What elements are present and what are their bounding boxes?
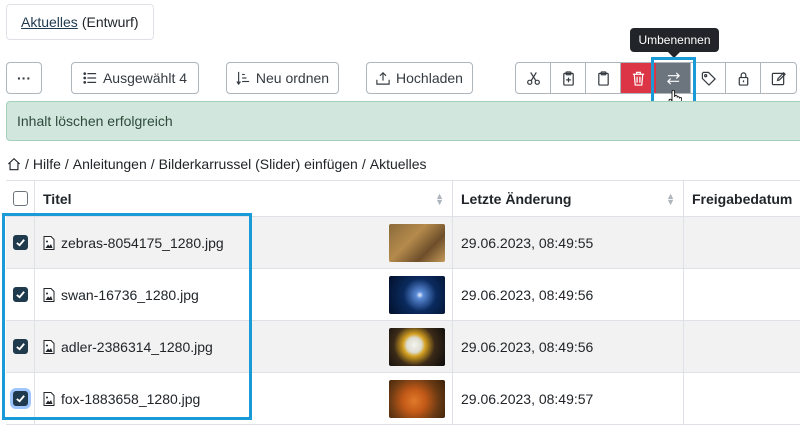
breadcrumb-item-aktuelles[interactable]: Aktuelles — [370, 156, 427, 172]
tag-icon — [701, 71, 716, 86]
image-thumbnail[interactable] — [389, 379, 445, 418]
table-header: Titel ▲ ▼ Letzte Änderung ▲ ▼ Freigabedatu… — [6, 180, 800, 217]
list-icon — [83, 72, 97, 84]
breadcrumb: / Hilfe / Anleitungen / Bilderkarrussel … — [7, 156, 427, 172]
upload-icon — [376, 71, 390, 85]
rename-icon — [666, 71, 680, 85]
upload-label: Hochladen — [396, 70, 463, 86]
more-actions-button[interactable]: ··· — [6, 62, 42, 94]
image-file-icon — [43, 235, 55, 250]
delete-button[interactable] — [621, 63, 656, 93]
modified-date: 29.06.2023, 08:49:56 — [461, 286, 594, 303]
image-thumbnail[interactable] — [389, 223, 445, 262]
sort-icon: ▲ ▼ — [435, 190, 444, 207]
item-actions-group — [515, 62, 797, 94]
breadcrumb-separator: / — [64, 156, 69, 172]
file-name[interactable]: zebras-8054175_1280.jpg — [61, 235, 224, 251]
release-date — [684, 373, 800, 424]
breadcrumb-item-anleitungen[interactable]: Anleitungen — [73, 156, 147, 172]
selected-items-button[interactable]: Ausgewählt 4 — [71, 62, 199, 94]
file-name[interactable]: swan-16736_1280.jpg — [61, 287, 199, 303]
cut-button[interactable] — [516, 63, 551, 93]
table-row[interactable]: adler-2386314_1280.jpg 29.06.2023, 08:49… — [6, 321, 800, 373]
paste-into-icon — [562, 70, 574, 86]
row-checkbox[interactable] — [12, 391, 28, 406]
file-name[interactable]: fox-1883658_1280.jpg — [61, 391, 200, 407]
modified-date: 29.06.2023, 08:49:55 — [461, 234, 594, 251]
scissors-icon — [526, 71, 540, 85]
sort-order-icon — [236, 71, 250, 85]
table-row[interactable]: fox-1883658_1280.jpg 29.06.2023, 08:49:5… — [6, 373, 800, 425]
column-header-title[interactable]: Titel ▲ ▼ — [35, 181, 453, 216]
row-checkbox[interactable] — [12, 235, 28, 250]
checkmark-icon — [15, 291, 25, 299]
sort-icon: ▲ ▼ — [666, 190, 675, 207]
select-all-checkbox[interactable] — [13, 191, 28, 206]
image-file-icon — [43, 391, 55, 406]
select-all-cell — [6, 181, 35, 216]
checkmark-icon — [15, 343, 25, 351]
breadcrumb-separator: / — [150, 156, 155, 172]
row-checkbox[interactable] — [12, 339, 28, 354]
success-message: Inhalt löschen erfolgreich — [17, 113, 173, 129]
copy-button[interactable] — [551, 63, 586, 93]
breadcrumb-item-bilderkarrussel[interactable]: Bilderkarrussel (Slider) einfügen — [159, 156, 358, 172]
row-checkbox[interactable] — [12, 287, 28, 302]
document-status: (Entwurf) — [81, 14, 139, 30]
rename-tooltip: Umbenennen — [630, 28, 719, 52]
breadcrumb-separator: / — [361, 156, 366, 172]
column-title-label: Titel — [43, 190, 72, 207]
contents-table: Titel ▲ ▼ Letzte Änderung ▲ ▼ Freigabedatu… — [6, 180, 800, 425]
modified-date: 29.06.2023, 08:49:57 — [461, 390, 594, 407]
clipboard-icon — [597, 70, 609, 86]
reorder-button[interactable]: Neu ordnen — [226, 62, 339, 94]
document-title-link[interactable]: Aktuelles — [21, 14, 78, 30]
edit-button[interactable] — [761, 63, 796, 93]
lock-button[interactable] — [726, 63, 761, 93]
modified-date: 29.06.2023, 08:49:56 — [461, 338, 594, 355]
tag-button[interactable] — [691, 63, 726, 93]
table-row[interactable]: swan-16736_1280.jpg 29.06.2023, 08:49:56 — [6, 269, 800, 321]
image-file-icon — [43, 339, 55, 354]
release-date — [684, 217, 800, 268]
file-name[interactable]: adler-2386314_1280.jpg — [61, 339, 213, 355]
upload-button[interactable]: Hochladen — [366, 62, 473, 94]
paste-button[interactable] — [586, 63, 621, 93]
home-icon[interactable] — [7, 157, 21, 171]
trash-icon — [632, 71, 644, 86]
column-header-modified[interactable]: Letzte Änderung ▲ ▼ — [453, 181, 684, 216]
more-actions-label: ··· — [17, 70, 31, 86]
column-header-release[interactable]: Freigabedatum — [684, 181, 800, 216]
selected-items-label: Ausgewählt 4 — [102, 70, 188, 86]
image-thumbnail[interactable] — [389, 327, 445, 366]
rename-button[interactable] — [656, 63, 691, 93]
lock-icon — [738, 71, 748, 86]
table-row[interactable]: zebras-8054175_1280.jpg 29.06.2023, 08:4… — [6, 217, 800, 269]
image-file-icon — [43, 287, 55, 302]
column-release-label: Freigabedatum — [692, 190, 793, 207]
edit-icon — [771, 71, 786, 85]
reorder-label: Neu ordnen — [255, 70, 330, 86]
tooltip-arrow — [668, 52, 680, 58]
document-title-box: Aktuelles (Entwurf) — [6, 4, 154, 40]
checkmark-icon — [15, 395, 25, 403]
breadcrumb-separator: / — [25, 156, 29, 172]
release-date — [684, 269, 800, 320]
column-modified-label: Letzte Änderung — [461, 190, 572, 207]
release-date — [684, 321, 800, 372]
checkmark-icon — [15, 239, 25, 247]
breadcrumb-item-hilfe[interactable]: Hilfe — [33, 156, 61, 172]
image-thumbnail[interactable] — [389, 275, 445, 314]
success-alert: Inhalt löschen erfolgreich — [6, 101, 800, 141]
